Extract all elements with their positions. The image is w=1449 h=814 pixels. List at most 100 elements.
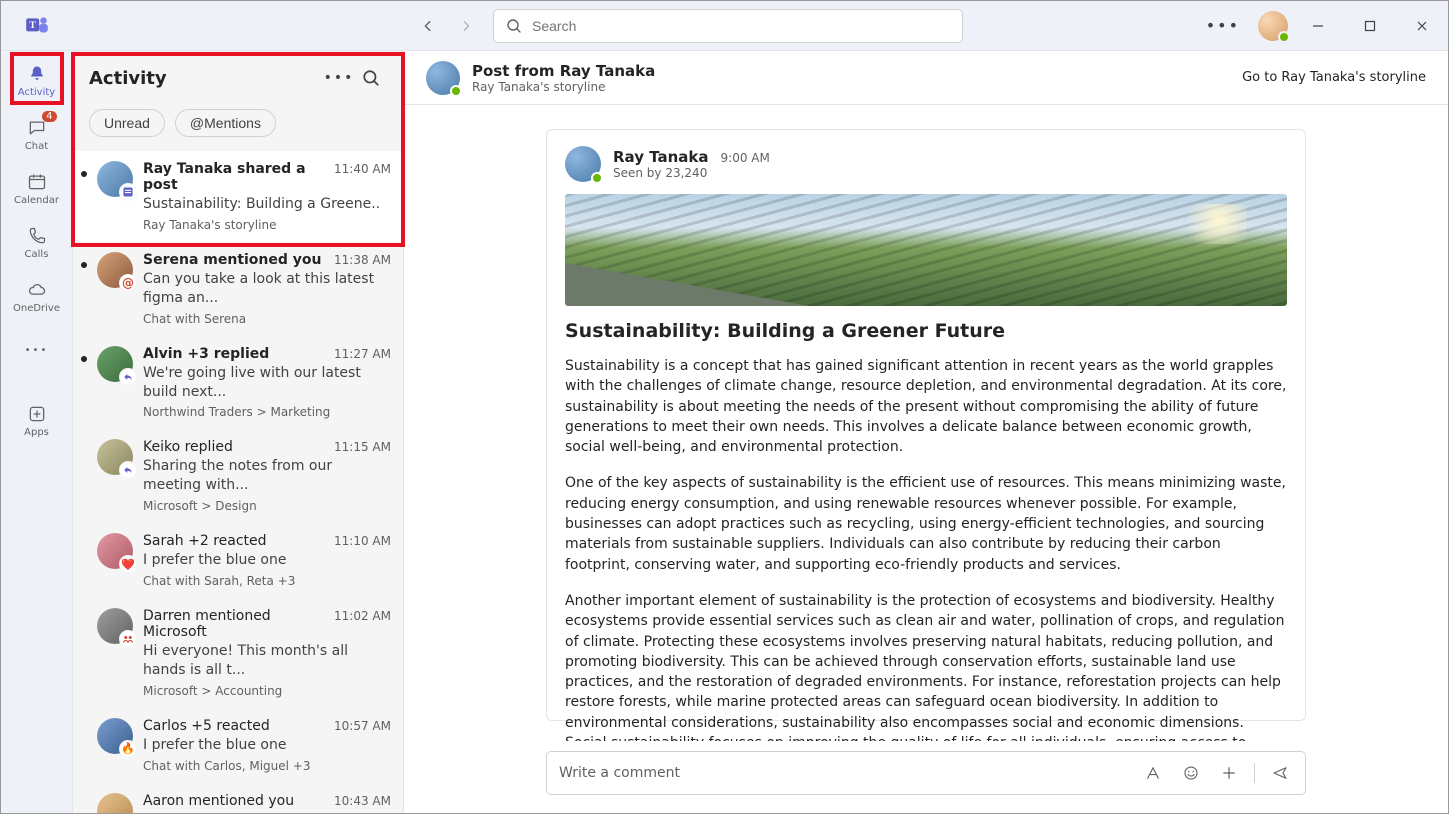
send-button[interactable] <box>1267 760 1293 786</box>
me-avatar[interactable] <box>1258 11 1288 41</box>
window-maximize-button[interactable] <box>1348 10 1392 42</box>
item-context: Ray Tanaka's storyline <box>143 218 391 232</box>
rail-calendar[interactable]: Calendar <box>7 163 67 213</box>
post-card: Ray Tanaka 9:00 AM Seen by 23,240 Sustai… <box>546 129 1306 721</box>
presence-available-icon <box>591 172 603 184</box>
unread-dot-icon <box>81 356 87 362</box>
rail-label: Apps <box>24 427 49 438</box>
nav-history <box>413 11 481 41</box>
activity-item[interactable]: Ray Tanaka shared a post 11:40 AM Sustaina… <box>73 151 403 242</box>
item-context: Chat with Serena <box>143 312 391 326</box>
presence-available-icon <box>450 85 462 97</box>
rail-more[interactable]: ••• <box>7 325 67 375</box>
item-context: Microsoft > Design <box>143 499 391 513</box>
author-avatar[interactable] <box>426 61 460 95</box>
activity-item[interactable]: Keiko replied11:15 AMSharing the notes f… <box>73 429 403 523</box>
emoji-button[interactable] <box>1178 760 1204 786</box>
add-button[interactable] <box>1216 760 1242 786</box>
rail-apps[interactable]: Apps <box>7 395 67 445</box>
item-avatar <box>97 608 133 644</box>
activity-more-button[interactable]: ••• <box>323 62 355 94</box>
presence-available-icon <box>1278 31 1290 43</box>
activity-item[interactable]: Darren mentioned Microsoft11:02 AMHi eve… <box>73 598 403 708</box>
filter-mentions[interactable]: @Mentions <box>175 109 276 137</box>
activity-item[interactable]: @ Serena mentioned you 11:38 AM Can you tak… <box>73 242 403 336</box>
post-author-avatar[interactable] <box>565 146 601 182</box>
apps-icon <box>27 403 47 425</box>
activity-type-icon <box>119 630 137 648</box>
filter-unread[interactable]: Unread <box>89 109 165 137</box>
post-hero-image <box>565 194 1287 306</box>
item-title: Sarah +2 reacted <box>143 533 267 549</box>
content-header: Post from Ray Tanaka Ray Tanaka's storyl… <box>404 51 1448 105</box>
item-preview: Hi everyone! This month's all hands is a… <box>143 642 391 680</box>
svg-text:T: T <box>29 20 36 31</box>
item-title: Ray Tanaka shared a post <box>143 161 328 193</box>
rail-onedrive[interactable]: OneDrive <box>7 271 67 321</box>
item-avatar: 🔥 <box>97 718 133 754</box>
search-icon <box>506 18 522 34</box>
search-field[interactable] <box>532 18 950 34</box>
rail-label: Chat <box>25 141 48 152</box>
rail-activity[interactable]: Activity <box>7 55 67 105</box>
rail-calls[interactable]: Calls <box>7 217 67 267</box>
chat-badge: 4 <box>42 111 56 122</box>
content-title: Post from Ray Tanaka <box>472 62 655 80</box>
goto-storyline-link[interactable]: Go to Ray Tanaka's storyline <box>1242 70 1426 85</box>
item-title: Serena mentioned you <box>143 252 322 268</box>
activity-type-icon: 🔥 <box>119 740 137 758</box>
title-bar: T ••• <box>1 1 1448 51</box>
back-button[interactable] <box>413 11 443 41</box>
activity-type-icon <box>119 183 137 201</box>
forward-button[interactable] <box>451 11 481 41</box>
item-time: 11:02 AM <box>334 609 391 623</box>
unread-dot-icon <box>81 262 87 268</box>
post-paragraph: Another important element of sustainabil… <box>565 591 1287 741</box>
ellipsis-icon: ••• <box>25 339 49 361</box>
calendar-icon <box>27 171 47 193</box>
format-button[interactable] <box>1140 760 1166 786</box>
post-title: Sustainability: Building a Greener Futur… <box>565 320 1287 342</box>
rail-label: Calls <box>25 249 49 260</box>
post-paragraph: One of the key aspects of sustainability… <box>565 473 1287 574</box>
cloud-icon <box>27 279 47 301</box>
window-close-button[interactable] <box>1400 10 1444 42</box>
item-context: Chat with Sarah, Reta +3 <box>143 574 391 588</box>
item-preview: I prefer the blue one <box>143 736 391 755</box>
item-avatar: @ <box>97 793 133 813</box>
item-preview: Can you take a look at this latest figma… <box>143 270 391 308</box>
item-time: 11:27 AM <box>334 347 391 361</box>
item-time: 11:10 AM <box>334 534 391 548</box>
item-avatar <box>97 346 133 382</box>
bell-icon <box>27 63 47 85</box>
item-time: 10:43 AM <box>334 794 391 808</box>
activity-item[interactable]: @Aaron mentioned you10:43 AMCan you take… <box>73 783 403 813</box>
item-avatar <box>97 161 133 197</box>
item-title: Alvin +3 replied <box>143 346 269 362</box>
item-time: 11:40 AM <box>334 162 391 176</box>
search-input[interactable] <box>493 9 963 43</box>
item-time: 11:15 AM <box>334 440 391 454</box>
item-avatar: @ <box>97 252 133 288</box>
activity-item[interactable]: Alvin +3 replied11:27 AMWe're going live… <box>73 336 403 430</box>
item-context: Chat with Carlos, Miguel +3 <box>143 759 391 773</box>
comment-composer[interactable]: Write a comment <box>546 751 1306 795</box>
teams-logo: T <box>1 13 73 39</box>
post-time: 9:00 AM <box>721 151 770 165</box>
comment-placeholder: Write a comment <box>559 765 1128 781</box>
item-preview: Sustainability: Building a Greene.. <box>143 195 391 214</box>
activity-item[interactable]: 🔥Carlos +5 reacted10:57 AMI prefer the b… <box>73 708 403 783</box>
rail-label: Activity <box>18 87 55 98</box>
activity-item[interactable]: ❤️Sarah +2 reacted11:10 AMI prefer the b… <box>73 523 403 598</box>
item-context: Northwind Traders > Marketing <box>143 405 391 419</box>
activity-search-button[interactable] <box>355 62 387 94</box>
item-time: 11:38 AM <box>334 253 391 267</box>
window-minimize-button[interactable] <box>1296 10 1340 42</box>
activity-heading: Activity <box>89 68 323 89</box>
more-button[interactable]: ••• <box>1196 16 1250 35</box>
post-author-name: Ray Tanaka <box>613 148 709 166</box>
unread-dot-icon <box>81 171 87 177</box>
item-title: Aaron mentioned you <box>143 793 294 809</box>
activity-type-icon <box>119 461 137 479</box>
rail-chat[interactable]: 4 Chat <box>7 109 67 159</box>
